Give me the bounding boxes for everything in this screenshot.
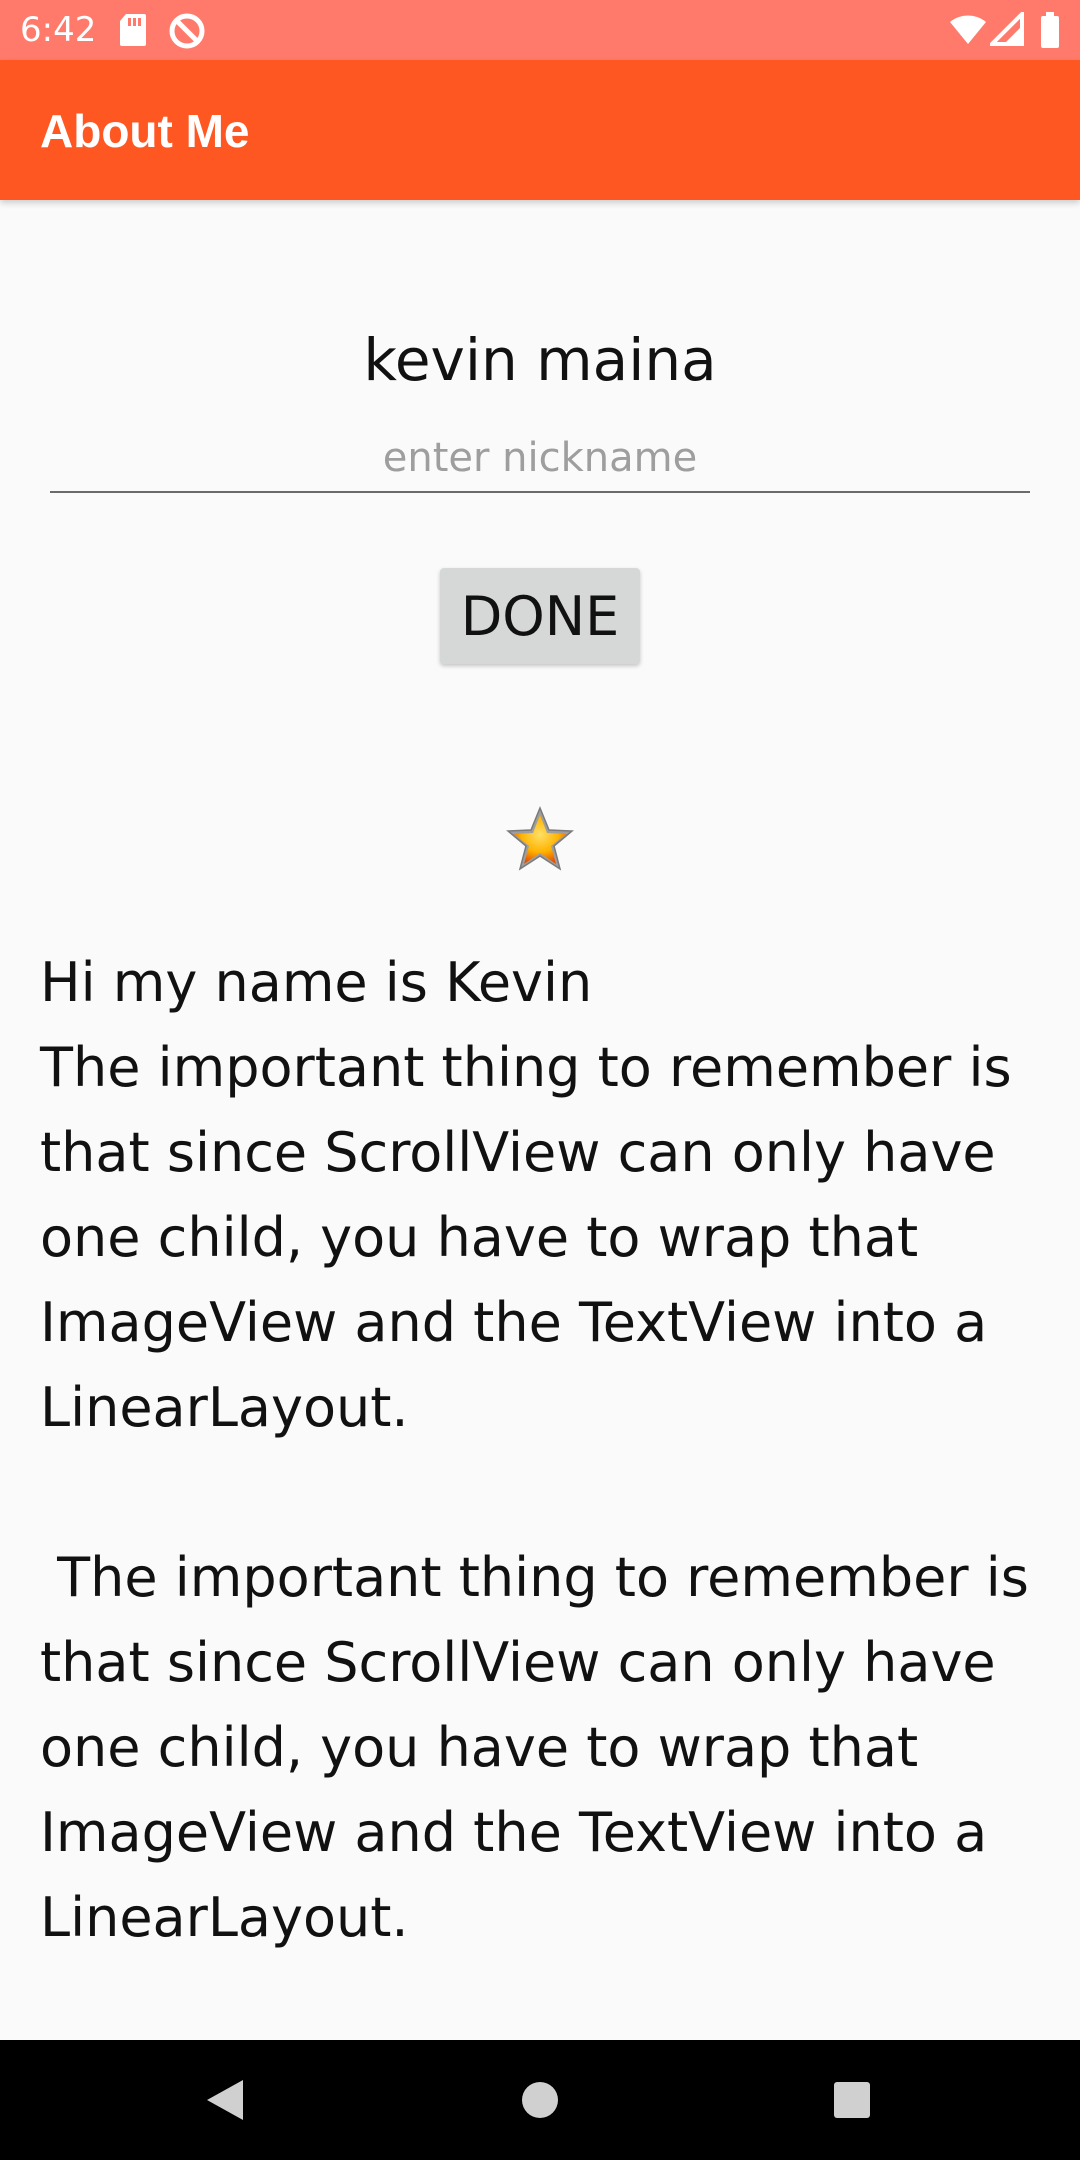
do-not-disturb-icon xyxy=(168,12,206,54)
app-bar: About Me xyxy=(0,60,1080,200)
bio-text: Hi my name is Kevin The important thing … xyxy=(40,951,1029,1949)
app-title: About Me xyxy=(40,105,250,157)
sd-card-icon xyxy=(118,12,148,52)
screen: 6:42 About Me kevin maina enter nickname… xyxy=(0,0,1080,2160)
home-icon[interactable] xyxy=(510,2070,570,2130)
back-icon[interactable] xyxy=(195,2070,255,2130)
wifi-icon xyxy=(948,12,988,50)
status-time: 6:42 xyxy=(20,10,97,50)
recents-icon[interactable] xyxy=(822,2070,882,2130)
signal-icon xyxy=(987,9,1024,50)
nickname-input[interactable] xyxy=(50,425,1030,493)
battery-icon xyxy=(1040,12,1060,52)
navigation-bar xyxy=(0,2040,1080,2160)
status-bar: 6:42 xyxy=(0,0,1080,60)
done-button[interactable]: DONE xyxy=(440,568,640,664)
name-text: kevin maina xyxy=(363,326,717,394)
star-icon xyxy=(505,805,575,875)
